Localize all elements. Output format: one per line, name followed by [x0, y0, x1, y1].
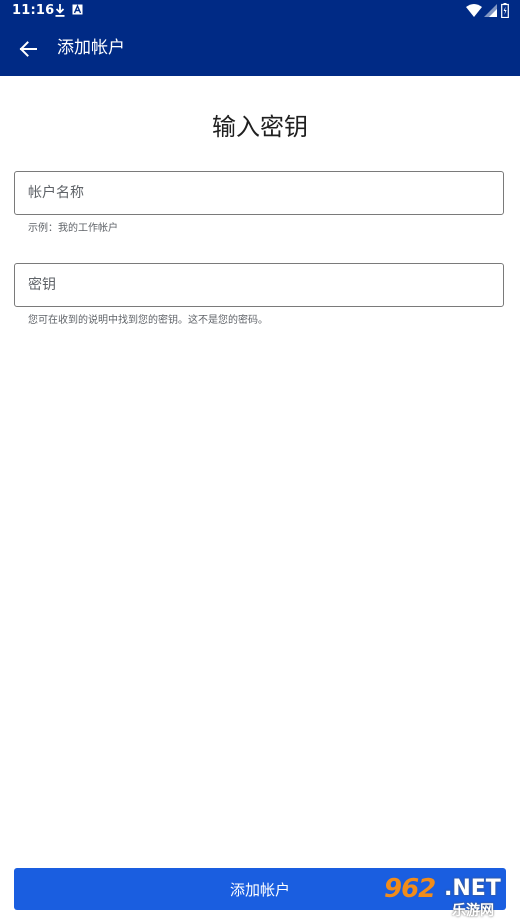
watermark-subtitle: 乐游网 [452, 903, 494, 919]
wifi-icon [466, 4, 482, 17]
arrow-left-icon [19, 41, 37, 57]
account-name-input[interactable]: 帐户名称 [14, 171, 504, 215]
battery-icon [501, 3, 509, 18]
form-heading: 输入密钥 [212, 113, 308, 141]
a-icon [72, 4, 83, 15]
status-bar: 11:16 [0, 0, 520, 22]
app-bar: 添加帐户 [0, 22, 520, 76]
key-input[interactable]: 密钥 [14, 263, 504, 307]
key-placeholder: 密钥 [28, 277, 56, 293]
key-helper: 您可在收到的说明中找到您的密钥。这不是您的密码。 [28, 315, 268, 326]
account-name-placeholder: 帐户名称 [28, 185, 84, 201]
back-button[interactable] [14, 35, 42, 63]
page-title: 添加帐户 [57, 38, 125, 58]
account-name-helper: 示例：我的工作帐户 [28, 223, 118, 234]
watermark-suffix: .NET [444, 876, 501, 901]
watermark-number: 962 [384, 874, 436, 904]
download-icon [55, 4, 65, 17]
signal-icon [484, 4, 497, 17]
add-account-button-label: 添加帐户 [229, 880, 290, 899]
status-time: 11:16 [12, 3, 55, 18]
watermark-logo: 962 .NET 乐游网 [382, 874, 514, 920]
